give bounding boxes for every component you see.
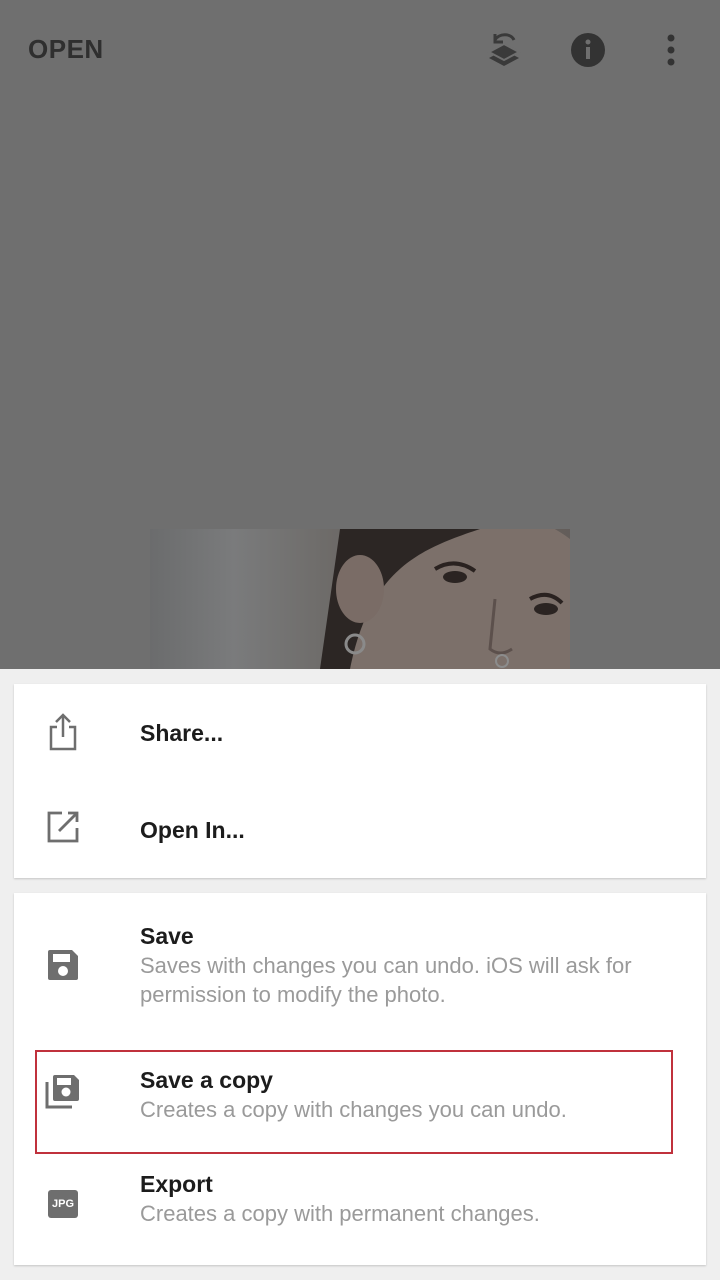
save-row[interactable]: Save Saves with changes you can undo. iO…: [14, 893, 706, 1043]
photo-preview: [150, 529, 570, 669]
share-label: Share...: [140, 720, 224, 746]
open-in-icon: [44, 808, 82, 846]
action-sheet: Share... Open In... Save Saves with chan…: [0, 669, 720, 1280]
export-row[interactable]: JPG Export Creates a copy with permanent…: [14, 1155, 706, 1265]
open-in-label: Open In...: [140, 817, 245, 843]
revert-layers-icon[interactable]: [484, 28, 524, 72]
jpg-badge: JPG: [48, 1190, 78, 1218]
open-in-row[interactable]: Open In...: [14, 781, 706, 878]
export-title: Export: [140, 1171, 213, 1197]
share-icon: [44, 713, 82, 751]
save-icon: [44, 946, 82, 984]
info-icon[interactable]: [568, 28, 608, 72]
save-title: Save: [140, 923, 194, 949]
save-copy-highlight: [35, 1050, 673, 1154]
jpg-icon: JPG: [44, 1185, 82, 1223]
top-bar: OPEN: [0, 0, 720, 100]
open-button[interactable]: OPEN: [28, 34, 104, 65]
more-vertical-icon[interactable]: [651, 28, 691, 72]
share-card: Share... Open In...: [14, 684, 706, 878]
save-description: Saves with changes you can undo. iOS wil…: [140, 953, 632, 1007]
share-row[interactable]: Share...: [14, 684, 706, 781]
export-description: Creates a copy with permanent changes.: [140, 1201, 540, 1226]
